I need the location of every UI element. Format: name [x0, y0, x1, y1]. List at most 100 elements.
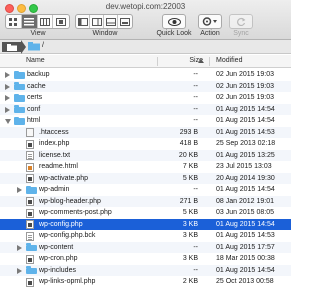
- table-row[interactable]: wp-includes -- 01 Aug 2015 14:54: [0, 264, 291, 276]
- column-modified-header[interactable]: Modified: [216, 57, 242, 64]
- path-root-button[interactable]: [2, 42, 21, 52]
- view-list-button[interactable]: [21, 15, 38, 28]
- table-row[interactable]: wp-cron.php 3 KB 18 Mar 2015 00:38: [0, 253, 291, 265]
- window-sidebar-button[interactable]: [76, 15, 90, 28]
- php-file-icon: [26, 197, 34, 206]
- grid-icon: [8, 17, 17, 26]
- sidebar-icon: [77, 17, 88, 26]
- window-activity-button[interactable]: [118, 15, 132, 28]
- file-list: backup -- 02 Jun 2015 19:03 cache -- 02 Jun 2…: [0, 69, 291, 288]
- sync-button[interactable]: [229, 14, 253, 29]
- table-row[interactable]: wp-comments-post.php 5 KB 03 Jun 2015 08:0…: [0, 207, 291, 219]
- file-size: 271 B: [179, 197, 198, 205]
- php-file-icon: [26, 254, 34, 264]
- php-file-icon: [26, 174, 34, 183]
- window-transcript-button[interactable]: [104, 15, 118, 28]
- table-row[interactable]: certs -- 02 Jun 2015 19:03: [0, 92, 291, 104]
- view-icon-grid-button[interactable]: [6, 15, 22, 28]
- folder-icon: [6, 43, 17, 51]
- view-segmented-control[interactable]: [5, 14, 70, 29]
- file-name: wp-activate.php: [39, 174, 89, 182]
- table-row[interactable]: license.txt 20 KB 01 Aug 2015 13:25: [0, 149, 291, 161]
- disclosure-closed-icon[interactable]: [5, 106, 10, 113]
- file-modified: 02 Jun 2015 19:03: [216, 82, 274, 90]
- file-name: certs: [27, 94, 43, 101]
- view-coverflow-button[interactable]: [53, 15, 69, 28]
- view-columns-button[interactable]: [38, 15, 54, 28]
- path-current-dir-label: /: [42, 42, 44, 49]
- folder-icon: [26, 266, 37, 274]
- table-row[interactable]: index.php 418 B 25 Sep 2013 02:18: [0, 138, 291, 150]
- folder-icon: [14, 105, 25, 113]
- table-row-selected[interactable]: wp-config.php 3 KB 01 Aug 2015 14:54: [0, 218, 291, 230]
- column-divider[interactable]: [209, 57, 210, 66]
- table-row[interactable]: cache -- 02 Jun 2015 19:03: [0, 80, 291, 92]
- file-size: --: [193, 186, 198, 193]
- html-file-icon: [26, 162, 34, 172]
- file-size: 7 KB: [182, 163, 198, 170]
- table-row[interactable]: .htaccess 293 B 01 Aug 2015 14:53: [0, 126, 291, 138]
- disclosure-closed-icon[interactable]: [5, 95, 10, 101]
- table-row[interactable]: wp-links-opml.php 2 KB 25 Oct 2013 00:58: [0, 276, 291, 288]
- file-name: wp-links-opml.php: [39, 278, 96, 285]
- file-modified: 08 Jan 2012 19:01: [216, 197, 274, 205]
- action-label: Action: [200, 30, 220, 37]
- file-name: index.php: [39, 140, 70, 147]
- quicklook-button[interactable]: [162, 14, 186, 29]
- file-modified: 18 Mar 2015 00:38: [216, 255, 275, 262]
- disclosure-closed-icon[interactable]: [17, 244, 22, 251]
- sort-ascending-icon: [198, 59, 204, 63]
- file-size: --: [193, 117, 198, 124]
- folder-icon: [14, 70, 25, 79]
- table-row[interactable]: conf -- 01 Aug 2015 14:54: [0, 103, 291, 115]
- file-size: 3 KB: [182, 255, 198, 262]
- disclosure-open-icon[interactable]: [5, 119, 11, 124]
- file-size: --: [193, 82, 198, 90]
- column-name-header[interactable]: Name: [26, 57, 45, 64]
- file-size: 5 KB: [182, 174, 198, 182]
- txt-file-icon: [26, 151, 34, 160]
- php-file-icon: [26, 220, 34, 229]
- table-row[interactable]: wp-content -- 01 Aug 2015 17:57: [0, 241, 291, 253]
- txt-file-icon: [26, 231, 34, 241]
- file-name: html: [27, 117, 41, 124]
- file-size: 20 KB: [178, 151, 198, 159]
- file-modified: 01 Aug 2015 13:25: [216, 151, 275, 159]
- file-modified: 01 Aug 2015 14:54: [216, 117, 275, 124]
- transcript-icon: [105, 17, 116, 26]
- file-name: backup: [27, 71, 50, 78]
- disclosure-closed-icon[interactable]: [17, 187, 22, 193]
- file-size: --: [193, 105, 198, 113]
- file-size: 293 B: [179, 128, 198, 136]
- table-row[interactable]: wp-blog-header.php 271 B 08 Jan 2012 19:01: [0, 195, 291, 207]
- file-size: 5 KB: [182, 209, 198, 216]
- table-row[interactable]: wp-config.php.bck 3 KB 01 Aug 2015 14:53: [0, 230, 291, 242]
- disclosure-closed-icon[interactable]: [17, 267, 22, 274]
- file-modified: 02 Jun 2015 19:03: [216, 71, 274, 78]
- file-modified: 25 Oct 2013 00:58: [216, 278, 274, 285]
- gear-icon: [202, 17, 217, 26]
- disclosure-closed-icon[interactable]: [5, 83, 10, 90]
- window-preview-button[interactable]: [90, 15, 104, 28]
- path-separator: [21, 40, 26, 54]
- dot-file-icon: [26, 128, 34, 137]
- view-label: View: [30, 30, 46, 37]
- column-divider[interactable]: [157, 57, 158, 66]
- eye-icon: [167, 17, 181, 26]
- table-row[interactable]: readme.html 7 KB 23 Jul 2015 13:03: [0, 161, 291, 173]
- php-file-icon: [26, 277, 34, 287]
- disclosure-closed-icon[interactable]: [5, 72, 10, 78]
- file-modified: 01 Aug 2015 17:57: [216, 243, 275, 251]
- file-name: license.txt: [39, 151, 71, 159]
- table-row[interactable]: html -- 01 Aug 2015 14:54: [0, 115, 291, 127]
- file-modified: 03 Jun 2015 08:05: [216, 209, 274, 216]
- table-row[interactable]: wp-admin -- 01 Aug 2015 14:54: [0, 184, 291, 196]
- path-current-dir[interactable]: /: [28, 42, 44, 53]
- columns-icon: [39, 17, 50, 26]
- table-row[interactable]: wp-activate.php 5 KB 20 Aug 2014 19:30: [0, 172, 291, 184]
- action-button[interactable]: [198, 14, 222, 29]
- file-modified: 01 Aug 2015 14:54: [216, 186, 275, 193]
- table-row[interactable]: backup -- 02 Jun 2015 19:03: [0, 69, 291, 81]
- window-segmented-control[interactable]: [75, 14, 133, 29]
- folder-icon: [28, 42, 40, 51]
